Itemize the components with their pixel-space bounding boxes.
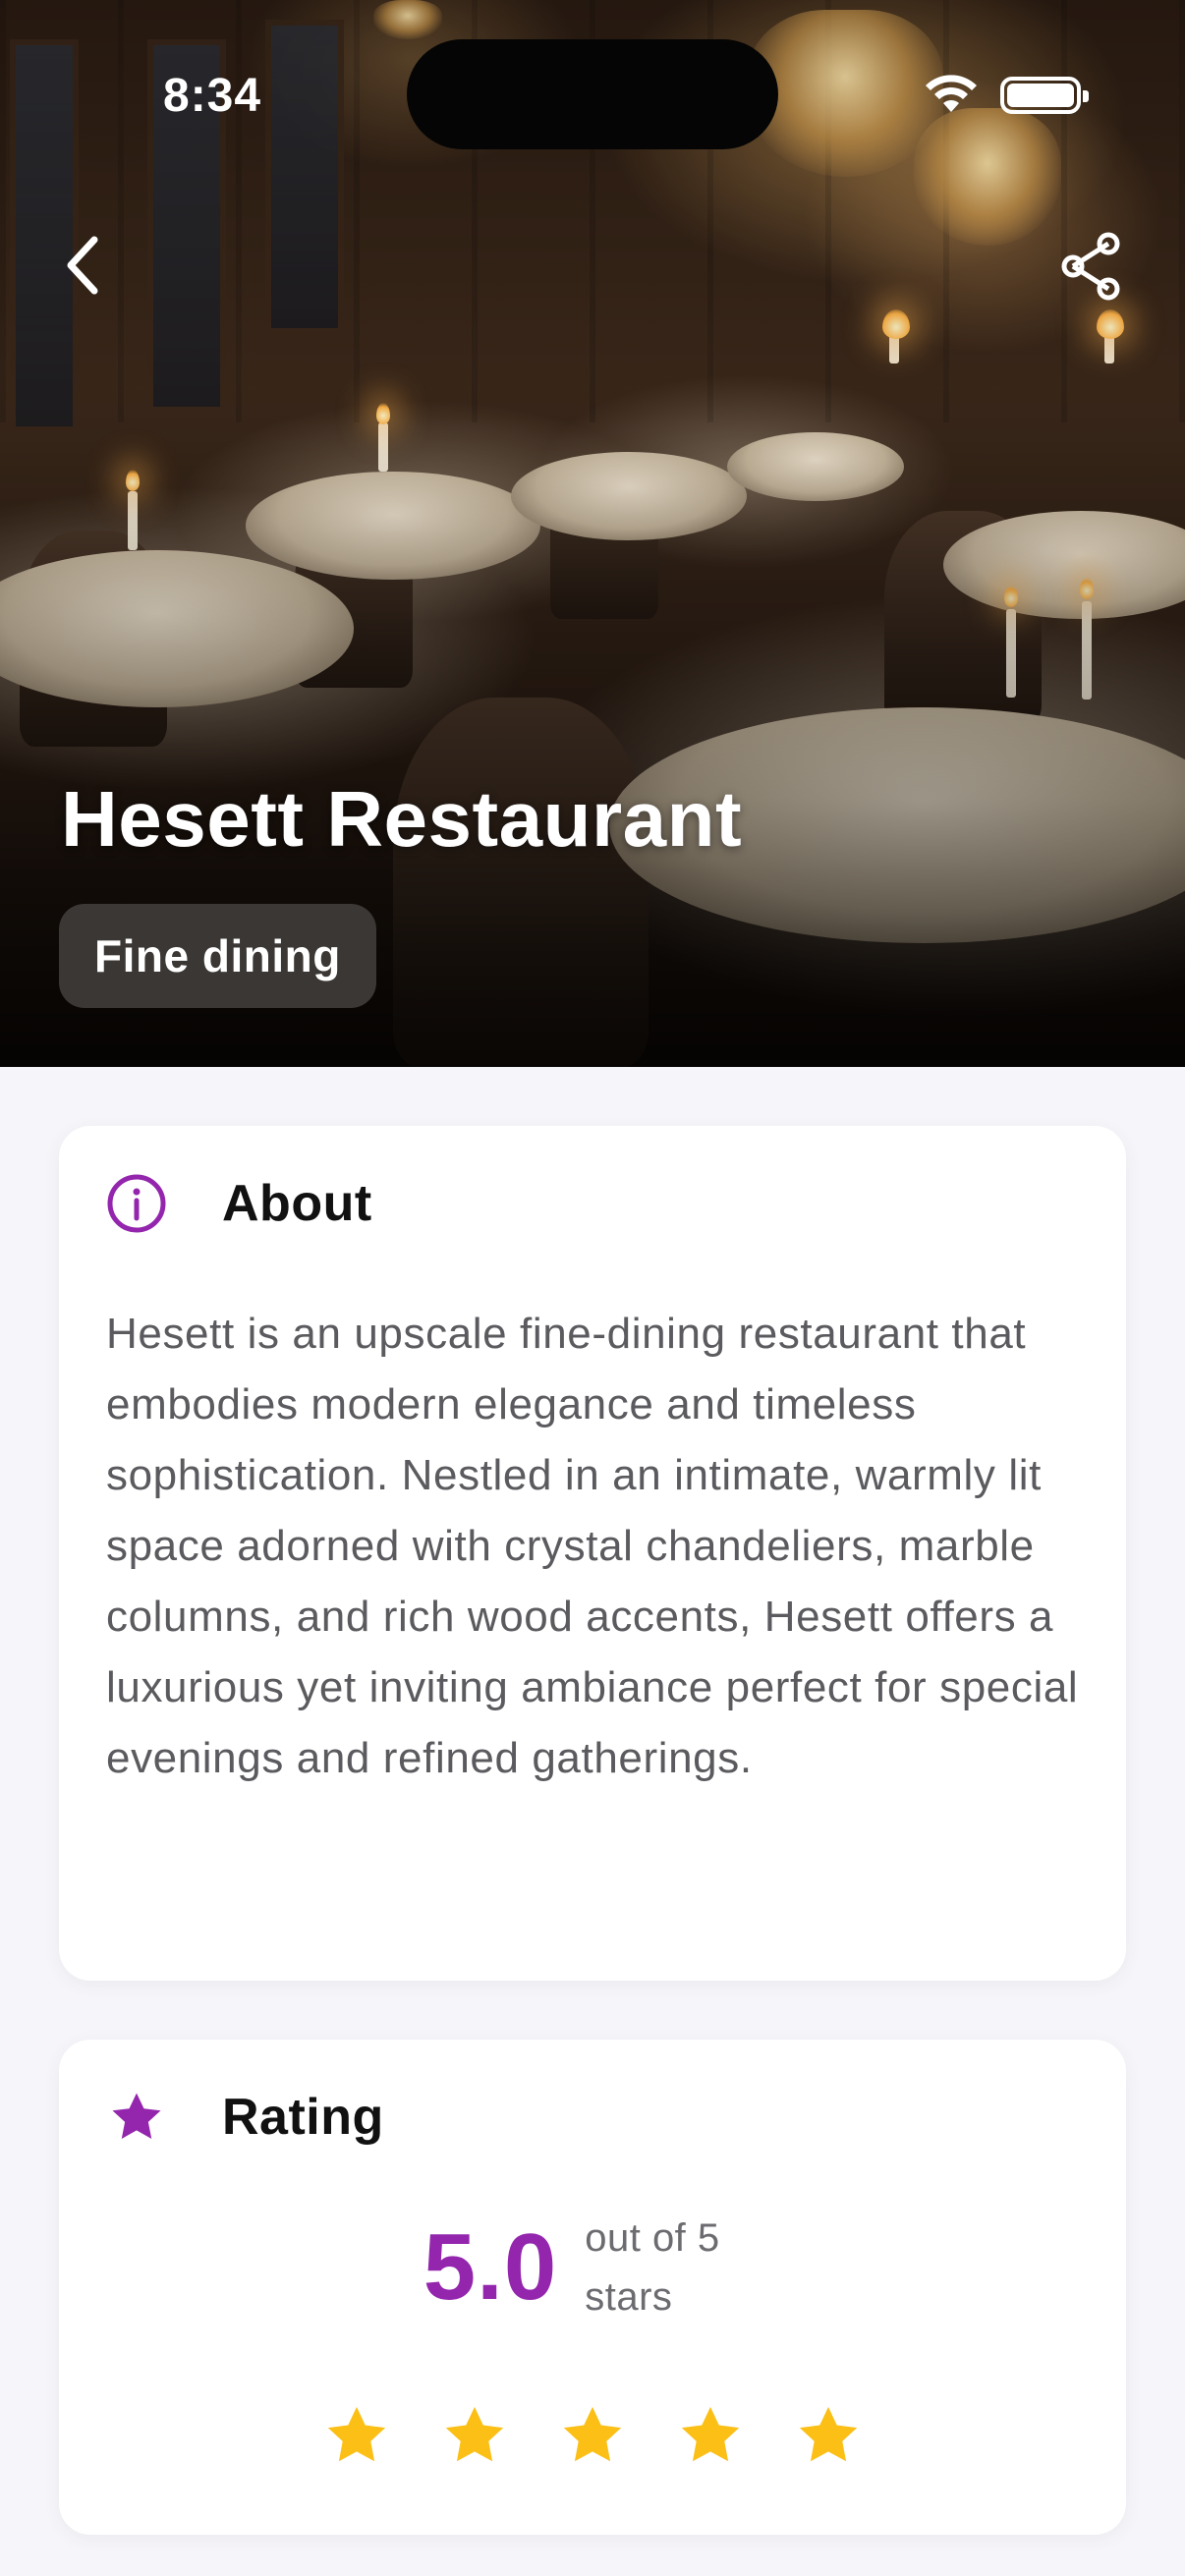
status-time: 8:34 <box>163 70 262 122</box>
star-icon <box>106 2087 167 2148</box>
about-header: About <box>106 1173 372 1234</box>
rating-title: Rating <box>222 2089 384 2146</box>
restaurant-name: Hesett Restaurant <box>61 775 743 863</box>
rating-card: Rating 5.0 out of 5 stars <box>59 2040 1126 2535</box>
star-icon <box>445 2406 504 2462</box>
about-description: Hesett is an upscale fine-dining restaur… <box>106 1310 1079 1782</box>
rating-summary: 5.0 out of 5 stars <box>59 2209 1126 2326</box>
info-icon <box>106 1173 167 1234</box>
dynamic-island <box>407 39 778 149</box>
star-icon <box>799 2406 858 2462</box>
rating-value: 5.0 <box>423 2214 558 2320</box>
back-button[interactable] <box>53 226 112 305</box>
star-icon <box>563 2406 622 2462</box>
star-icon <box>327 2406 386 2462</box>
about-title: About <box>222 1175 372 1232</box>
star-rating <box>59 2401 1126 2470</box>
battery-icon <box>1000 77 1089 114</box>
chevron-left-icon <box>67 236 98 295</box>
wifi-icon <box>926 75 977 112</box>
restaurant-detail-screen: 8:34 Hesett Restaurant Fine dining About… <box>0 0 1185 2576</box>
rating-header: Rating <box>106 2087 384 2148</box>
category-badge: Fine dining <box>59 904 376 1008</box>
share-button[interactable] <box>1059 232 1122 301</box>
rating-scale-text: out of 5 stars <box>585 2216 720 2319</box>
share-icon <box>1061 232 1120 301</box>
star-icon <box>681 2406 740 2462</box>
about-card: About Hesett is an upscale fine-dining r… <box>59 1126 1126 1981</box>
